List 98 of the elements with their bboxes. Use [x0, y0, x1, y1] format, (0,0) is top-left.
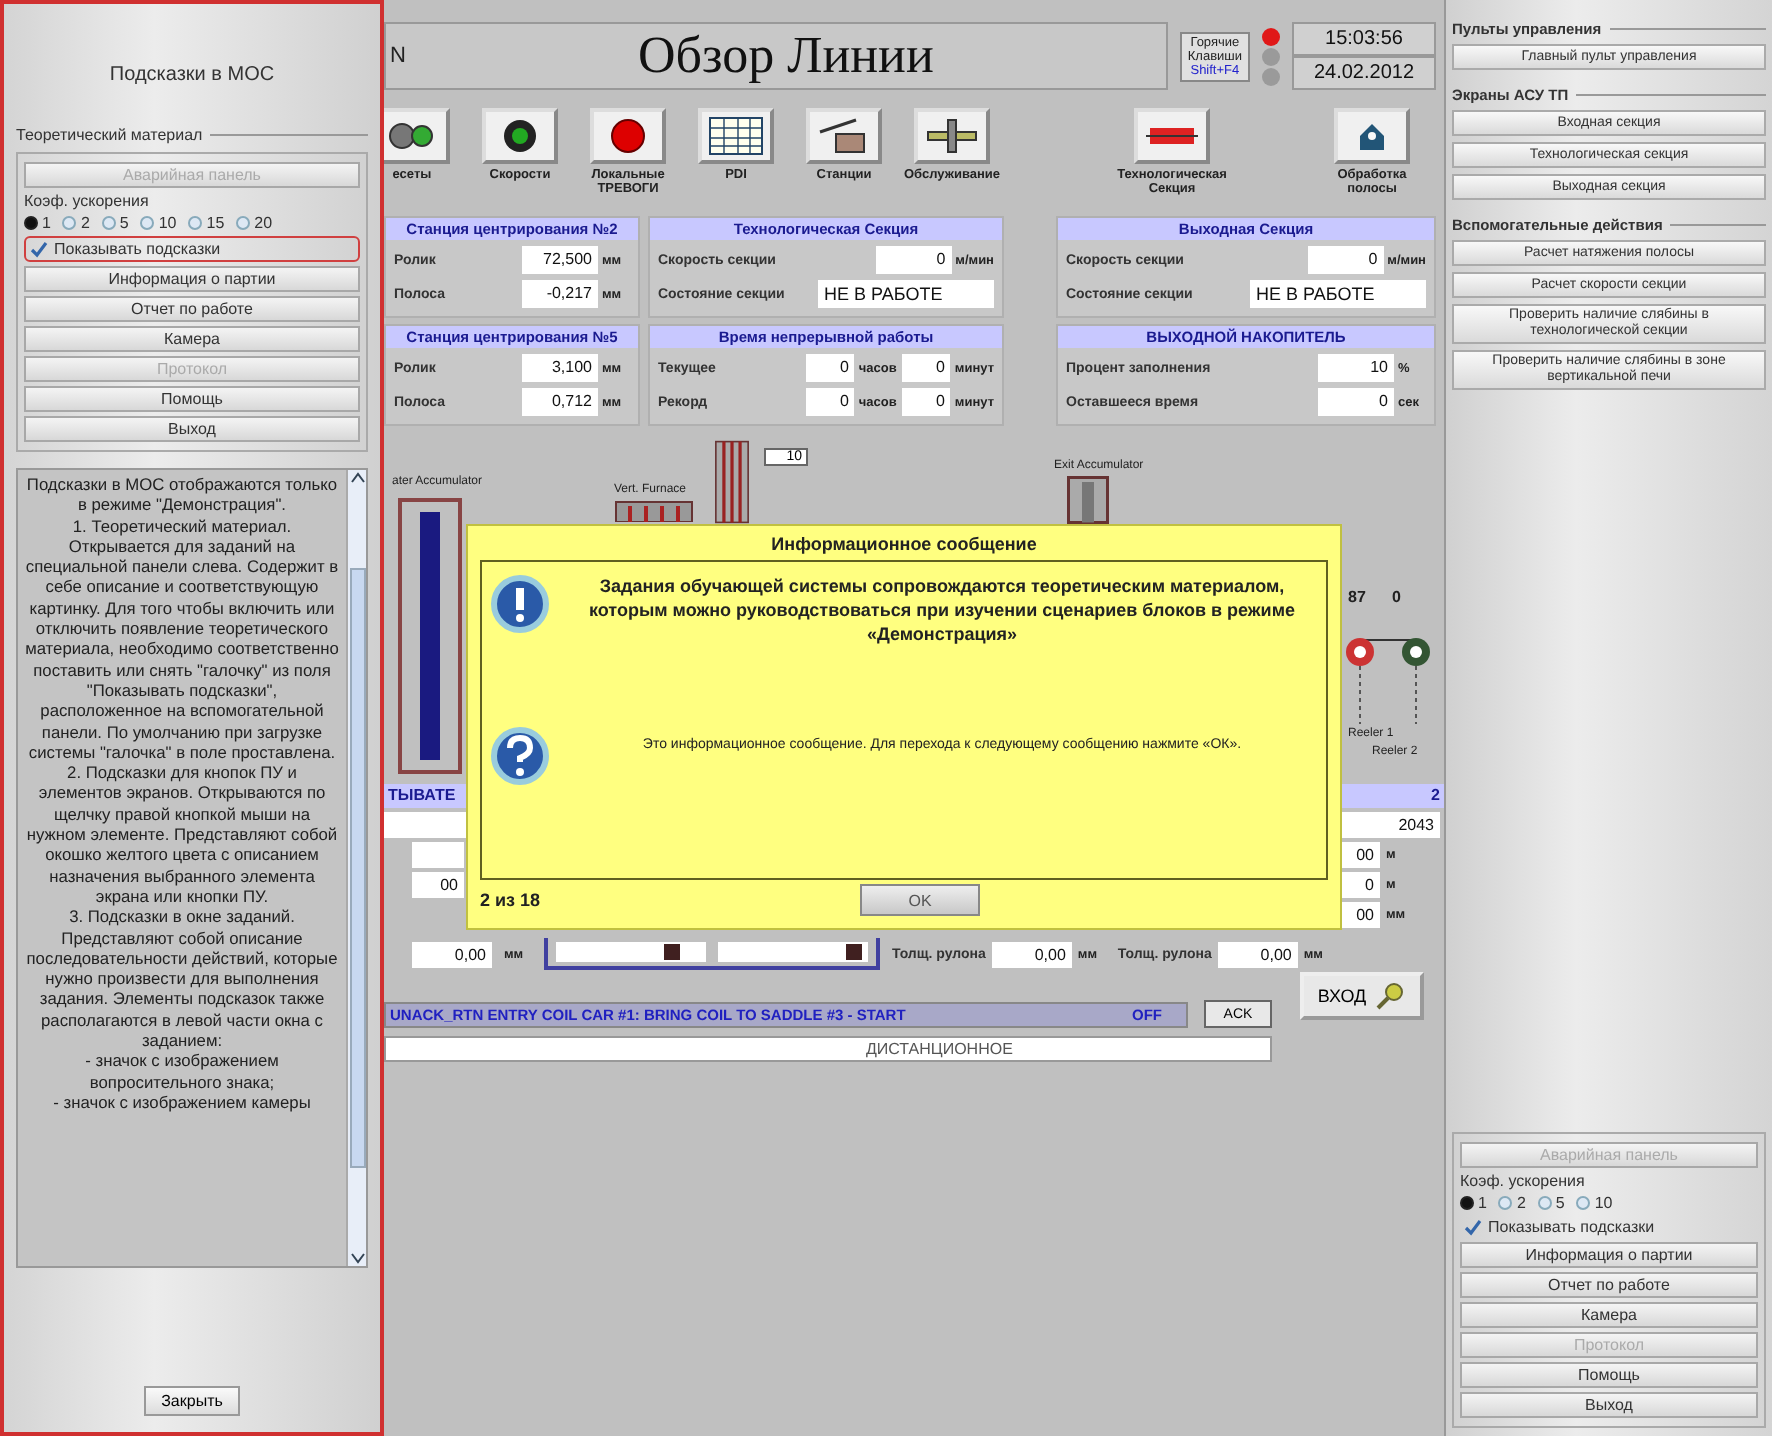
panel-button[interactable]: Камера — [24, 326, 360, 352]
panel-button[interactable]: Информация о партии — [1460, 1242, 1758, 1268]
radio-label: 2 — [1516, 1194, 1526, 1212]
close-button[interactable]: Закрыть — [143, 1386, 241, 1416]
dialog-title: Информационное сообщение — [769, 534, 1039, 554]
value-field: 72,500 — [522, 246, 598, 274]
key-icon — [1374, 980, 1407, 1012]
radio-button[interactable] — [1498, 1196, 1513, 1210]
radio-button[interactable] — [236, 216, 251, 230]
radio-label: 10 — [158, 214, 177, 232]
toolbar-button[interactable] — [1334, 108, 1410, 164]
scrollbar[interactable] — [346, 470, 366, 1266]
furnace-drawing — [614, 500, 694, 522]
radio-button[interactable] — [1576, 1196, 1591, 1210]
value-field — [412, 842, 464, 868]
table-icon — [708, 116, 764, 156]
toolbar-button[interactable] — [482, 108, 558, 164]
panel-button[interactable]: Информация о партии — [24, 266, 360, 292]
slider-handle[interactable] — [663, 944, 679, 960]
message-text: Задания обучающей системы сопровождаются теоретическим материалом, которым можно руководствоваться при изучении сценариев блоков в режиме «Демонстрация» — [587, 574, 1297, 646]
ok-button[interactable]: OK — [860, 884, 980, 916]
radio-button[interactable] — [188, 216, 203, 230]
help-paragraph: - значок с изображением камеры — [51, 1091, 313, 1113]
value-field: НЕ В РАБОТЕ — [818, 280, 994, 308]
value-field: 0 — [1307, 246, 1384, 274]
radio-button[interactable] — [62, 216, 77, 230]
question-icon — [490, 726, 550, 786]
value-field: 10 — [1318, 354, 1394, 382]
scroll-up-icon[interactable] — [349, 470, 365, 486]
reel-value: 87 — [1348, 588, 1366, 606]
radio-label: 15 — [206, 214, 225, 232]
checkbox-label: Показывать подсказки — [54, 240, 221, 258]
toolbar-button[interactable] — [806, 108, 882, 164]
panel-button[interactable]: Выход — [1460, 1392, 1758, 1418]
radio-label: 10 — [1594, 1194, 1613, 1212]
dial-icon — [502, 118, 538, 154]
date-display: 24.02.2012 — [1292, 56, 1436, 90]
panel-button[interactable]: Отчет по работе — [24, 296, 360, 322]
value-field: 0 — [1318, 388, 1394, 416]
checkbox[interactable] — [30, 240, 48, 258]
radio-button[interactable] — [140, 216, 155, 230]
value-field: -0,217 — [522, 280, 598, 308]
checkbox-label: Показывать подсказки — [1488, 1218, 1655, 1236]
title-fragment: N — [390, 44, 406, 68]
radio-label: 1 — [1478, 1194, 1487, 1212]
screen-title: Обзор Линии — [637, 26, 934, 86]
wrench-icon — [924, 116, 980, 156]
mode-field: ДИСТАНЦИОННОЕ — [384, 1036, 1272, 1062]
value-field: 3,100 — [522, 354, 598, 382]
help-paragraph: - значок с изображением вопросительного знака; — [83, 1050, 281, 1092]
toolbar-button[interactable] — [384, 108, 450, 164]
tower-drawing — [710, 440, 754, 524]
toolbar-button[interactable] — [590, 108, 666, 164]
radio-button[interactable] — [1537, 1196, 1552, 1210]
exclamation-icon — [490, 574, 550, 634]
slider-handle[interactable] — [846, 944, 862, 960]
help-paragraph: 3. Подсказки в окне заданий. Представляют собой описание последовательности действий, которые нужно произвести для выполнения задания. Элементы подсказок также располагаются в левой части окна с заданием: — [24, 906, 340, 1051]
panel-button[interactable]: Отчет по работе — [1460, 1272, 1758, 1298]
radio-button[interactable] — [101, 216, 116, 230]
radio-label: 5 — [119, 214, 129, 232]
help-paragraph: 2. Подсказки для кнопок ПУ и элементов экранов. Открываются по щелчку правой кнопкой мыши на нужном элементе. Представляют собой окошко желтого цвета с описанием назначения выбранного элемента экрана или кнопки ПУ. — [24, 762, 340, 907]
toolbar-button[interactable] — [1134, 108, 1210, 164]
value-field: 0,712 — [522, 388, 598, 416]
alarm-light-icon — [610, 118, 646, 154]
login-button[interactable]: ВХОД — [1300, 972, 1424, 1020]
value-field: 0,00 — [412, 941, 492, 967]
value-field: 00 — [412, 872, 464, 898]
reel-value: 0 — [1392, 588, 1401, 606]
value-field: 0,00 — [1217, 941, 1298, 967]
help-paragraph: Подсказки в МОС отображаются только в режиме "Демонстрация". — [24, 474, 340, 516]
panel-title: Подсказки в МОС — [107, 64, 277, 86]
scroll-down-icon[interactable] — [349, 1250, 365, 1266]
value-field: 0 — [902, 354, 951, 382]
radio-label: 5 — [1555, 1194, 1565, 1212]
help-paragraph: 1. Теоретический материал. Открывается для заданий на специальной панели слева. Содержит в себе описание и соответствующую картинку. Для того чтобы включить или отключить появление теоретического материала, необходимо соответственно поставить или снять "галочку" из поля "Показывать подсказки", расположенное на вспомогательной панели. По умолчанию при загрузке системы "галочка" в поле проставлена. — [24, 515, 340, 763]
value-field: 0 — [875, 246, 952, 274]
toolbar-button[interactable] — [698, 108, 774, 164]
radio-label: 20 — [254, 214, 273, 232]
radio-button[interactable] — [24, 216, 38, 230]
panel-button[interactable]: Помощь — [1460, 1362, 1758, 1388]
message-counter: 2 из 18 — [480, 890, 543, 910]
value-field: 0,00 — [991, 941, 1072, 967]
checkbox[interactable] — [1464, 1218, 1482, 1236]
speed-factor-label: Коэф. ускорения — [1460, 1172, 1587, 1190]
value-field: 0 — [806, 354, 855, 382]
radio-button[interactable] — [1460, 1196, 1474, 1210]
value-field: 0 — [806, 388, 855, 416]
panel-button[interactable]: Выход — [24, 416, 360, 442]
panel-button[interactable]: Помощь — [24, 386, 360, 412]
value-field: 0 — [902, 388, 951, 416]
panel-button[interactable]: Камера — [1460, 1302, 1758, 1328]
value-field: НЕ В РАБОТЕ — [1250, 280, 1426, 308]
speed-factor-label: Коэф. ускорения — [24, 192, 151, 210]
toolbar-button[interactable] — [914, 108, 990, 164]
radio-label: 2 — [80, 214, 90, 232]
radio-label: 1 — [42, 214, 51, 232]
time-display: 15:03:56 — [1292, 22, 1436, 56]
section-title: Теоретический материал — [16, 126, 368, 144]
